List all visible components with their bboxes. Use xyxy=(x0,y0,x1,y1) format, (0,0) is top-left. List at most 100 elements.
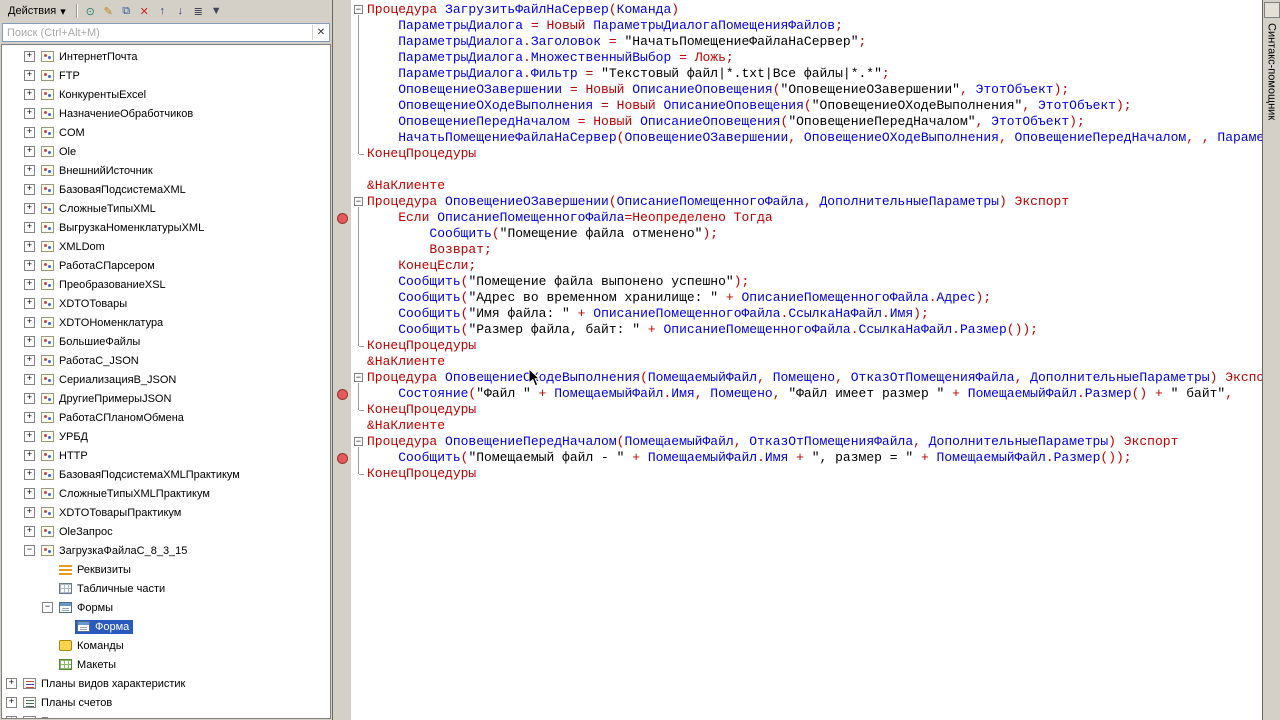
clear-search-icon[interactable]: ✕ xyxy=(312,25,329,40)
expand-icon[interactable]: + xyxy=(24,469,35,480)
expand-icon[interactable]: + xyxy=(24,89,35,100)
syntax-helper-tab[interactable]: Синтакс-помощник xyxy=(1262,0,1280,720)
breakpoint-margin[interactable] xyxy=(333,130,351,146)
expand-icon[interactable]: + xyxy=(24,298,35,309)
code-line-text[interactable]: КонецЕсли; xyxy=(367,258,476,274)
fold-collapse-icon[interactable] xyxy=(351,194,367,210)
breakpoint-icon[interactable] xyxy=(336,452,348,464)
code-line-text[interactable]: ОповещениеПередНачалом = Новый ОписаниеО… xyxy=(367,114,1085,130)
tree-item-ВыгрузкаНоменклатурыXML[interactable]: + ВыгрузкаНоменклатурыXML xyxy=(2,218,330,237)
edit-icon[interactable]: ✎ xyxy=(100,3,117,19)
pin-icon[interactable] xyxy=(1263,2,1280,18)
tree-item-РаботаСПланомОбмена[interactable]: + РаботаСПланомОбмена xyxy=(2,408,330,427)
collapse-icon[interactable]: − xyxy=(42,602,53,613)
fold-collapse-icon[interactable] xyxy=(351,370,367,386)
tree-item-Формы[interactable]: − Формы xyxy=(2,598,330,617)
code-line-text[interactable]: Сообщить("Имя файла: " + ОписаниеПомещен… xyxy=(367,306,929,322)
fold-collapse-icon[interactable] xyxy=(351,2,367,18)
expand-icon[interactable]: + xyxy=(24,526,35,537)
actions-menu-button[interactable]: Действия ▾ xyxy=(2,3,72,20)
breakpoint-margin[interactable] xyxy=(333,194,351,210)
breakpoint-margin[interactable] xyxy=(333,274,351,290)
expand-icon[interactable]: + xyxy=(6,716,17,718)
expand-icon[interactable]: + xyxy=(24,165,35,176)
delete-icon[interactable]: ✕ xyxy=(136,3,153,19)
tree-item-XDTOТовары[interactable]: + XDTOТовары xyxy=(2,294,330,313)
code-editor[interactable]: Процедура ЗагрузитьФайлНаСервер(Команда)… xyxy=(333,0,1262,720)
tree[interactable]: + ИнтернетПочта + FTP + КонкурентыExcel + Назна… xyxy=(1,44,331,719)
code-line-text[interactable]: КонецПроцедуры xyxy=(367,338,476,354)
expand-icon[interactable]: + xyxy=(24,431,35,442)
tree-item-XDTOНоменклатура[interactable]: + XDTOНоменклатура xyxy=(2,313,330,332)
expand-icon[interactable]: + xyxy=(24,317,35,328)
code-line-text[interactable]: Сообщить("Размер файла, байт: " + Описан… xyxy=(367,322,1038,338)
breakpoint-margin[interactable] xyxy=(333,466,351,482)
expand-icon[interactable]: + xyxy=(24,127,35,138)
tree-item-FTP[interactable]: + FTP xyxy=(2,66,330,85)
breakpoint-margin[interactable] xyxy=(333,18,351,34)
breakpoint-margin[interactable] xyxy=(333,210,351,226)
expand-icon[interactable]: + xyxy=(24,222,35,233)
code-line-text[interactable]: Сообщить("Адрес во временном хранилище: … xyxy=(367,290,991,306)
expand-icon[interactable]: + xyxy=(24,507,35,518)
breakpoint-margin[interactable] xyxy=(333,290,351,306)
code-line-text[interactable]: ПараметрыДиалога.МножественныйВыбор = Ло… xyxy=(367,50,734,66)
tree-item-Реквизиты[interactable]: Реквизиты xyxy=(2,560,330,579)
code-line-text[interactable]: Процедура ОповещениеПередНачалом(Помещае… xyxy=(367,434,1178,450)
tree-item-ПреобразованиеXSL[interactable]: + ПреобразованиеXSL xyxy=(2,275,330,294)
code-line-text[interactable]: ПараметрыДиалога.Фильтр = "Текстовый фай… xyxy=(367,66,890,82)
code-line-text[interactable]: КонецПроцедуры xyxy=(367,402,476,418)
code-line-text[interactable]: ПараметрыДиалога = Новый ПараметрыДиалог… xyxy=(367,18,843,34)
tree-item-БазоваяПодсистемаXMLПрактикум[interactable]: + БазоваяПодсистемаXMLПрактикум xyxy=(2,465,330,484)
breakpoint-margin[interactable] xyxy=(333,258,351,274)
breakpoint-margin[interactable] xyxy=(333,178,351,194)
breakpoint-margin[interactable] xyxy=(333,322,351,338)
tree-item-БазоваяПодсистемаXML[interactable]: + БазоваяПодсистемаXML xyxy=(2,180,330,199)
filter-icon[interactable]: ▼ xyxy=(208,3,225,19)
expand-icon[interactable]: + xyxy=(24,184,35,195)
expand-icon[interactable]: + xyxy=(24,51,35,62)
code-line-text[interactable]: Состояние("Файл " + ПомещаемыйФайл.Имя, … xyxy=(367,386,1241,402)
tree-item-ВнешнийИсточник[interactable]: + ВнешнийИсточник xyxy=(2,161,330,180)
code-line-text[interactable]: Сообщить("Помещение файла выпонено успеш… xyxy=(367,274,749,290)
expand-icon[interactable]: + xyxy=(24,412,35,423)
breakpoint-icon[interactable] xyxy=(336,212,348,224)
code-line-text[interactable]: Возврат; xyxy=(367,242,491,258)
breakpoint-margin[interactable] xyxy=(333,98,351,114)
tree-item-Команды[interactable]: Команды xyxy=(2,636,330,655)
expand-icon[interactable]: + xyxy=(24,488,35,499)
code-line-text[interactable]: &НаКлиенте xyxy=(367,418,445,434)
expand-icon[interactable]: + xyxy=(24,279,35,290)
code-line-text[interactable]: Процедура ЗагрузитьФайлНаСервер(Команда) xyxy=(367,2,679,18)
breakpoint-margin[interactable] xyxy=(333,354,351,370)
code-line-text[interactable]: &НаКлиенте xyxy=(367,354,445,370)
breakpoint-margin[interactable] xyxy=(333,34,351,50)
expand-icon[interactable]: + xyxy=(24,203,35,214)
breakpoint-margin[interactable] xyxy=(333,450,351,466)
tree-item-Планы видов расчета[interactable]: + Планы видов расчета xyxy=(2,712,330,718)
breakpoint-margin[interactable] xyxy=(333,402,351,418)
tree-item-Макеты[interactable]: Макеты xyxy=(2,655,330,674)
code-line-text[interactable]: КонецПроцедуры xyxy=(367,146,476,162)
breakpoint-margin[interactable] xyxy=(333,386,351,402)
tree-item-ДругиеПримерыJSON[interactable]: + ДругиеПримерыJSON xyxy=(2,389,330,408)
tree-item-Ole[interactable]: + Ole xyxy=(2,142,330,161)
tree-item-ЗагрузкаФайлаС_8_3_15[interactable]: − ЗагрузкаФайлаС_8_3_15 xyxy=(2,541,330,560)
code-line-text[interactable]: Если ОписаниеПомещенногоФайла=Неопределе… xyxy=(367,210,773,226)
breakpoint-icon[interactable] xyxy=(336,388,348,400)
expand-icon[interactable]: + xyxy=(24,108,35,119)
tree-item-РаботаС_JSON[interactable]: + РаботаС_JSON xyxy=(2,351,330,370)
breakpoint-margin[interactable] xyxy=(333,82,351,98)
breakpoint-margin[interactable] xyxy=(333,242,351,258)
breakpoint-margin[interactable] xyxy=(333,50,351,66)
code-line-text[interactable]: Процедура ОповещениеОЗавершении(Описание… xyxy=(367,194,1069,210)
tree-item-РаботаСПарсером[interactable]: + РаботаСПарсером xyxy=(2,256,330,275)
tree-item-OleЗапрос[interactable]: + OleЗапрос xyxy=(2,522,330,541)
expand-icon[interactable]: + xyxy=(24,336,35,347)
tree-item-XMLDom[interactable]: + XMLDom xyxy=(2,237,330,256)
expand-icon[interactable]: + xyxy=(24,260,35,271)
expand-icon[interactable]: + xyxy=(24,146,35,157)
fold-collapse-icon[interactable] xyxy=(351,434,367,450)
expand-icon[interactable]: + xyxy=(24,374,35,385)
search-input[interactable] xyxy=(3,26,312,39)
